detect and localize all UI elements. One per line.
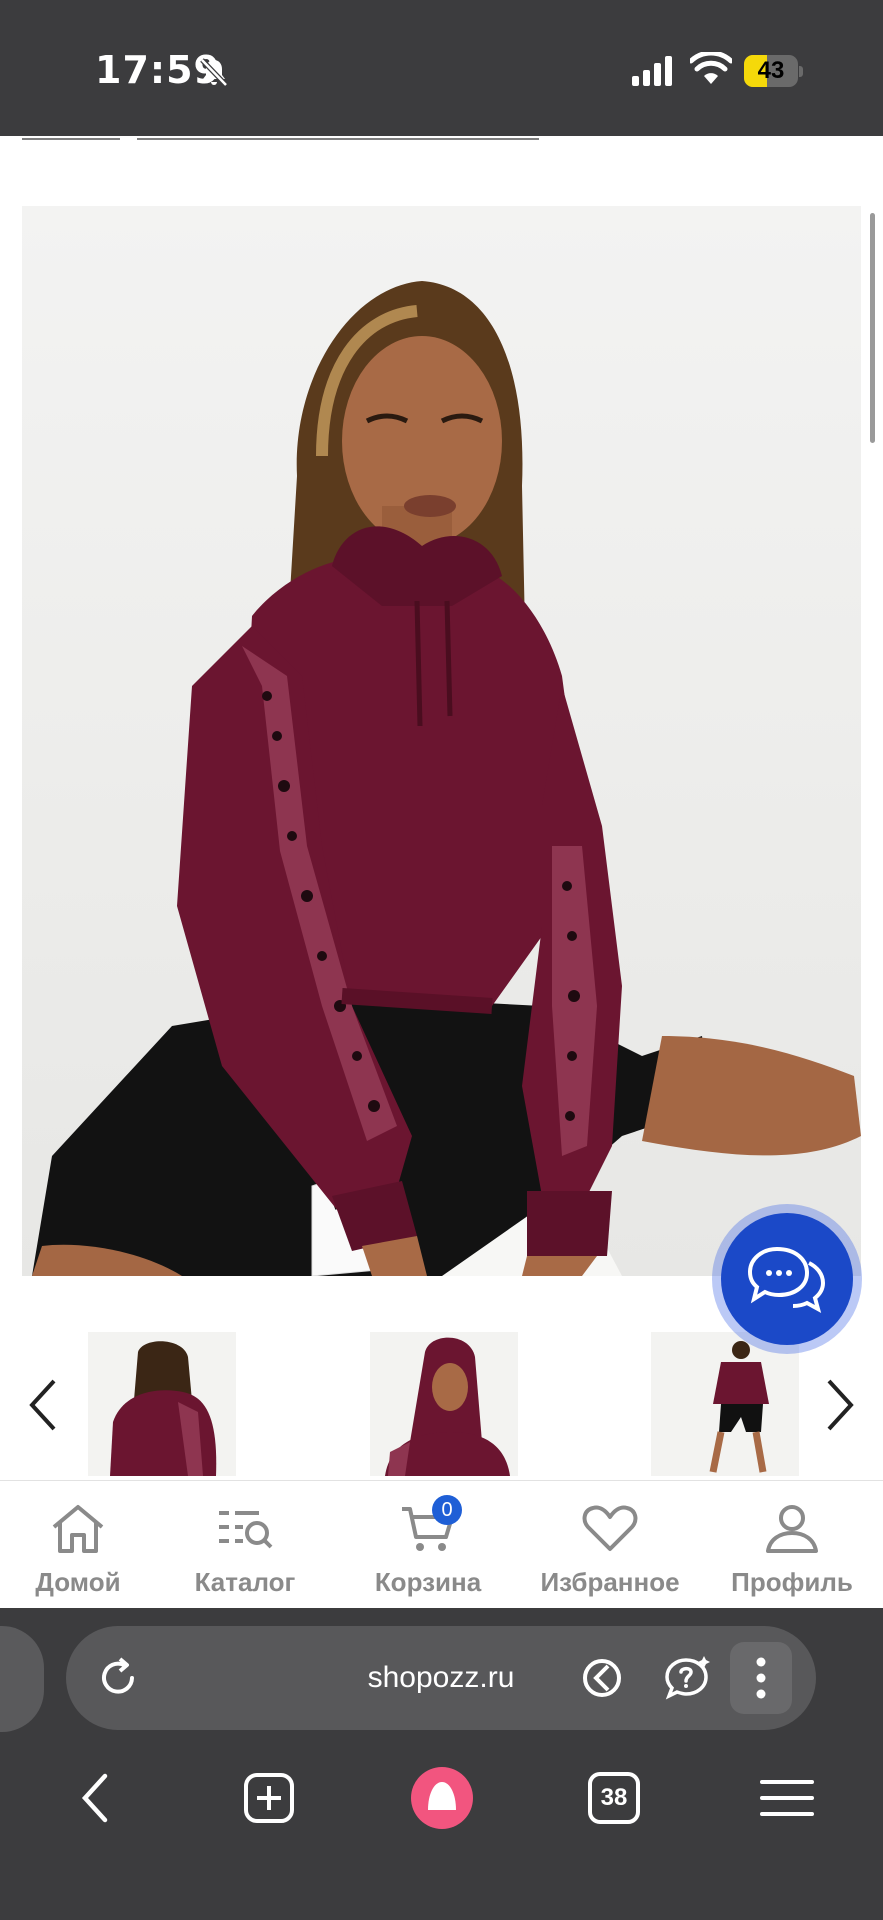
tab-underline: [22, 138, 120, 140]
product-main-image[interactable]: [22, 206, 861, 1276]
more-menu-button[interactable]: [730, 1642, 792, 1714]
nav-catalog[interactable]: Каталог: [180, 1481, 310, 1609]
chat-bubbles-icon: [747, 1246, 826, 1314]
reload-icon: [102, 1657, 134, 1694]
chat-button[interactable]: [712, 1204, 862, 1354]
nav-label: Домой: [35, 1567, 121, 1597]
thumbnail-image: [651, 1332, 799, 1476]
battery-percent: 43: [757, 57, 785, 84]
thumbnail-1[interactable]: [88, 1332, 236, 1476]
heart-icon: [582, 1505, 638, 1551]
address-bar[interactable]: shopozz.ru: [66, 1626, 816, 1730]
ai-assistant-button[interactable]: [662, 1652, 714, 1704]
user-icon: [766, 1505, 818, 1553]
thumbs-prev-button[interactable]: [18, 1370, 68, 1440]
tabs-button[interactable]: 38: [574, 1758, 654, 1838]
alice-assistant-button[interactable]: [402, 1758, 482, 1838]
product-photo-illustration: [32, 281, 861, 1276]
plus-square-icon: [244, 1773, 294, 1823]
tab-underline: [137, 138, 539, 140]
protect-button[interactable]: [576, 1652, 628, 1704]
thumbnail-3[interactable]: [651, 1332, 799, 1476]
hamburger-menu-icon: [760, 1780, 814, 1816]
product-page: [0, 136, 883, 1608]
thumbnail-image: [370, 1332, 518, 1476]
nav-label: Избранное: [540, 1567, 680, 1597]
nav-favorites[interactable]: Избранное: [530, 1481, 690, 1609]
home-icon: [52, 1505, 104, 1553]
thumbs-next-button[interactable]: [815, 1370, 865, 1440]
nav-label: Каталог: [194, 1567, 296, 1597]
bell-muted-icon: [200, 58, 228, 87]
back-button[interactable]: [55, 1758, 135, 1838]
new-tab-button[interactable]: [229, 1758, 309, 1838]
shield-arc-icon: [583, 1659, 621, 1697]
nav-home[interactable]: Домой: [18, 1481, 138, 1609]
menu-button[interactable]: [747, 1758, 827, 1838]
thumbnail-image: [88, 1332, 236, 1476]
reload-button[interactable]: [92, 1652, 144, 1704]
cart-count-badge: 0: [432, 1495, 462, 1525]
nav-label: Корзина: [374, 1567, 482, 1597]
bottom-navigation: Домой Каталог 0 Корзина Избранное Профил…: [0, 1480, 883, 1608]
product-thumbnails: [0, 1332, 883, 1476]
catalog-search-icon: [219, 1511, 273, 1549]
nav-profile[interactable]: Профиль: [722, 1481, 862, 1609]
scrollbar[interactable]: [870, 213, 875, 443]
chevron-left-icon: [29, 1379, 56, 1431]
thumbnail-2[interactable]: [370, 1332, 518, 1476]
nav-label: Профиль: [731, 1567, 853, 1597]
chevron-left-icon: [81, 1773, 108, 1823]
nav-cart[interactable]: 0 Корзина: [360, 1481, 496, 1609]
tabs-count: 38: [600, 1784, 628, 1811]
status-bar: 17:59 43: [0, 0, 883, 136]
alice-icon: [411, 1767, 473, 1829]
battery-indicator: 43: [744, 55, 803, 87]
signal-icon: [632, 56, 672, 86]
more-vertical-icon: [756, 1657, 766, 1699]
wifi-icon: [690, 52, 732, 84]
previous-tab-edge[interactable]: [0, 1626, 44, 1732]
question-bubble-icon: [665, 1656, 710, 1700]
chevron-right-icon: [827, 1379, 854, 1431]
browser-chrome: shopozz.ru 38: [0, 1608, 883, 1920]
